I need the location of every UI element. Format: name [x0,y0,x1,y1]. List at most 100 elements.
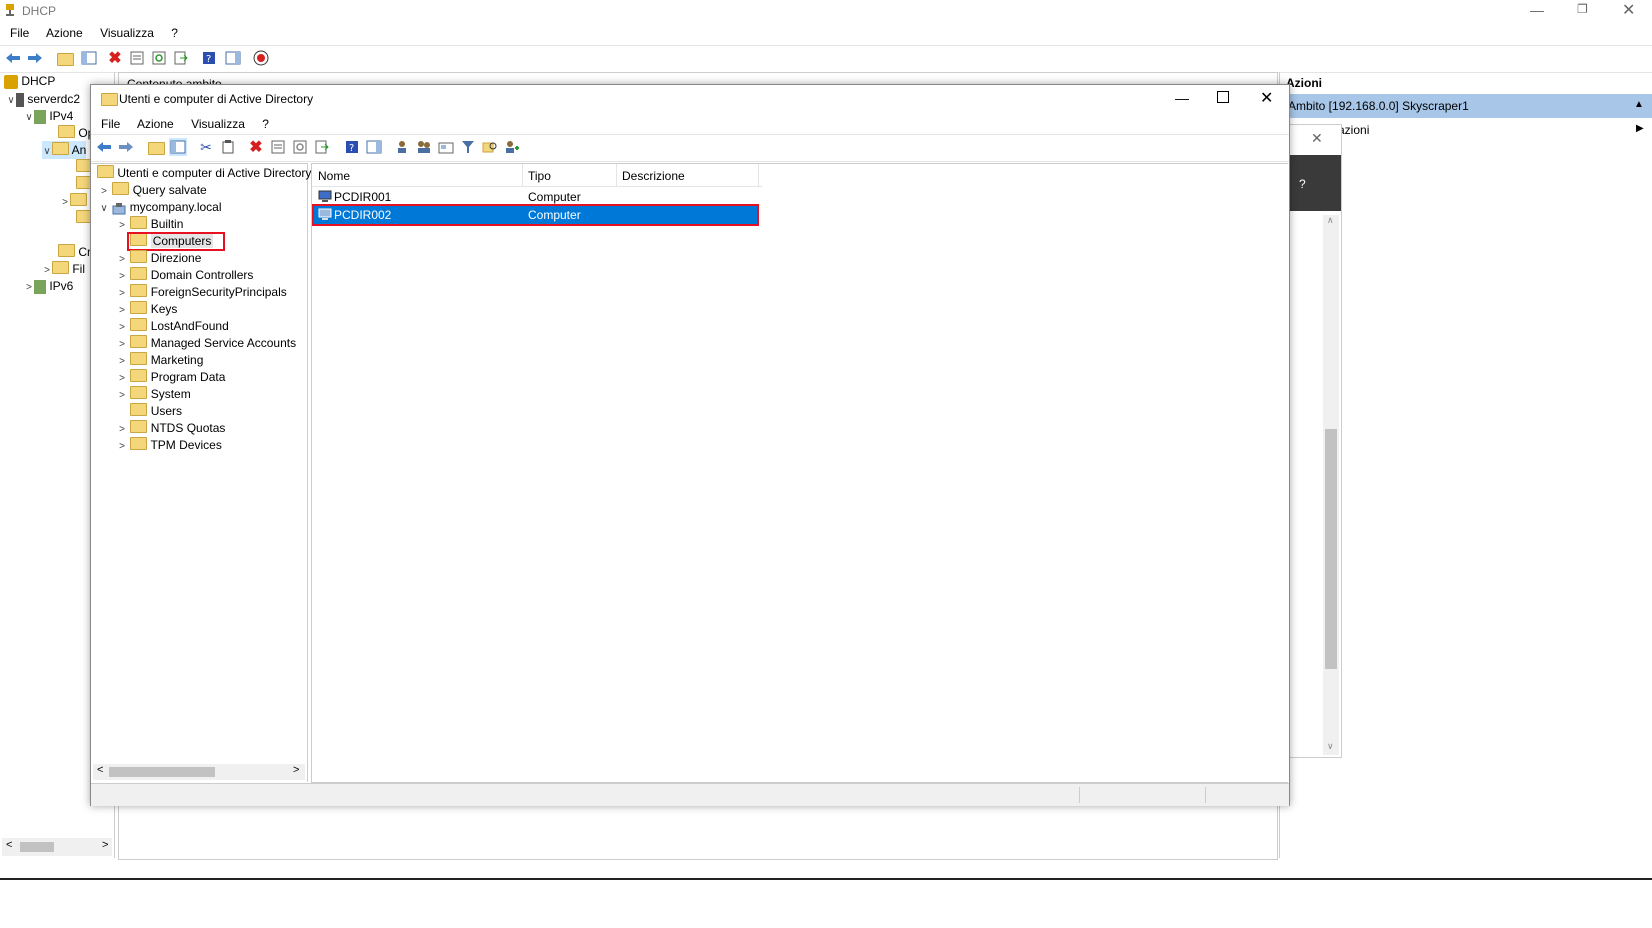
svg-text:?: ? [206,54,211,65]
tree-item-program-data[interactable]: > Program Data [117,368,225,386]
domain-icon [112,202,126,215]
aduc-menu-help[interactable]: ? [262,117,269,131]
forward-icon[interactable] [26,49,44,67]
column-header-tipo[interactable]: Tipo [528,169,618,183]
tree-item-direzione[interactable]: > Direzione [117,249,201,267]
dhcp-tree-op[interactable]: Op [58,124,94,142]
properties-icon[interactable] [269,138,287,156]
dhcp-menu-azione[interactable]: Azione [46,26,83,40]
dhcp-tree-sub3[interactable]: > [60,192,87,210]
dhcp-title-bar: DHCP — ❐ ✕ [0,0,1652,22]
column-divider[interactable] [616,164,617,186]
folder-icon [52,142,69,155]
tree-item-keys[interactable]: > Keys [117,300,177,318]
scroll-left-icon[interactable]: < [97,764,103,776]
aduc-menu-file[interactable]: File [101,117,120,131]
column-divider[interactable] [758,164,759,186]
tree-item-managed-service-accounts[interactable]: > Managed Service Accounts [117,334,296,352]
tree-item-domain-controllers[interactable]: > Domain Controllers [117,266,253,284]
up-folder-icon[interactable] [147,138,165,156]
stop-icon[interactable] [252,49,270,67]
dhcp-menu-visualizza[interactable]: Visualizza [100,26,154,40]
action-pane-icon[interactable] [365,138,383,156]
new-ou-icon[interactable] [437,138,455,156]
filter-icon[interactable] [459,138,477,156]
scroll-right-icon[interactable]: > [293,764,299,776]
help-icon[interactable]: ? [343,138,361,156]
tree-item-domain[interactable]: ∨ mycompany.local [99,198,222,216]
folder-icon [130,284,148,297]
tree-item-marketing[interactable]: > Marketing [117,351,203,369]
add-to-group-icon[interactable] [503,138,521,156]
tree-item-tpm-devices[interactable]: > TPM Devices [117,436,222,454]
help-panel-scrollbar[interactable]: ∧ ∨ [1323,215,1339,755]
dhcp-tree-server[interactable]: ∨ serverdc2 [6,90,80,108]
delete-icon[interactable]: ✖ [106,49,124,67]
action-pane-icon[interactable] [224,49,242,67]
scroll-down-icon[interactable]: ∨ [1327,741,1334,752]
ou-folder-icon [130,267,148,280]
actions-scope-header[interactable]: Ambito [192.168.0.0] Skyscraper1 ▲ [1280,94,1652,118]
tree-item-users[interactable]: Users [117,402,182,420]
tree-item-query-salvate[interactable]: > Query salvate [99,181,207,199]
new-user-icon[interactable] [393,138,411,156]
properties-icon[interactable] [128,49,146,67]
refresh-icon[interactable] [291,138,309,156]
dhcp-tree-fil[interactable]: > Fil [42,260,85,278]
back-icon[interactable] [4,49,22,67]
up-folder-icon[interactable] [56,49,74,67]
dhcp-minimize-button[interactable]: — [1530,2,1544,18]
export-icon[interactable] [172,49,190,67]
find-icon[interactable] [481,138,499,156]
aduc-minimize-button[interactable]: — [1175,90,1189,106]
tree-item-foreign-security-principals[interactable]: > ForeignSecurityPrincipals [117,283,287,301]
scroll-thumb[interactable] [20,842,54,852]
help-panel-question: ? [1299,177,1306,191]
dhcp-menu-help[interactable]: ? [171,26,178,40]
show-hide-tree-icon[interactable] [169,138,187,156]
dhcp-close-button[interactable]: ✕ [1622,0,1635,20]
aduc-close-button[interactable]: ✕ [1260,88,1273,108]
refresh-icon[interactable] [150,49,168,67]
column-header-nome[interactable]: Nome [318,169,518,183]
forward-icon[interactable] [117,138,135,156]
aduc-menu-azione[interactable]: Azione [137,117,174,131]
dhcp-tree-ipv6[interactable]: > IPv6 [24,277,73,295]
back-icon[interactable] [95,138,113,156]
dhcp-tree-ipv4[interactable]: ∨ IPv4 [24,107,73,125]
dhcp-tree-scope[interactable]: ∨ An [42,141,87,159]
tree-item-ntds-quotas[interactable]: > NTDS Quotas [117,419,225,437]
folder-icon [130,437,148,450]
dhcp-tree-hscroll[interactable]: < > [2,838,112,856]
paste-icon[interactable] [219,138,237,156]
delete-icon[interactable]: ✖ [247,138,265,156]
new-group-icon[interactable] [415,138,433,156]
dhcp-tree-cr[interactable]: Cr [58,243,91,261]
tree-item-builtin[interactable]: > Builtin [117,215,183,233]
dhcp-restore-button[interactable]: ❐ [1577,2,1588,16]
dhcp-server-icon [4,74,18,89]
dhcp-menu-file[interactable]: File [10,26,29,40]
aduc-maximize-button[interactable] [1217,91,1229,103]
help-icon[interactable]: ? [200,49,218,67]
tree-item-lost-and-found[interactable]: > LostAndFound [117,317,229,335]
scroll-up-icon[interactable]: ∧ [1327,215,1334,226]
export-icon[interactable] [313,138,331,156]
folder-icon [112,182,130,195]
tree-item-system[interactable]: > System [117,385,191,403]
scroll-right-icon[interactable]: > [102,839,108,851]
show-hide-tree-icon[interactable] [80,49,98,67]
aduc-tree-root[interactable]: Utenti e computer di Active Directory [97,164,311,182]
help-panel-close-button[interactable]: ✕ [1289,125,1341,155]
collapse-up-icon[interactable]: ▲ [1634,99,1644,110]
column-header-descrizione[interactable]: Descrizione [622,169,752,183]
scroll-thumb[interactable] [109,767,215,777]
cut-icon[interactable]: ✂ [197,138,215,156]
aduc-menu-visualizza[interactable]: Visualizza [191,117,245,131]
aduc-tree-hscroll[interactable]: < > [93,764,305,780]
scroll-left-icon[interactable]: < [6,839,12,851]
scroll-thumb[interactable] [1325,429,1337,669]
folder-icon [130,369,148,382]
dhcp-tree-root[interactable]: DHCP [4,72,55,90]
column-divider[interactable] [522,164,523,186]
